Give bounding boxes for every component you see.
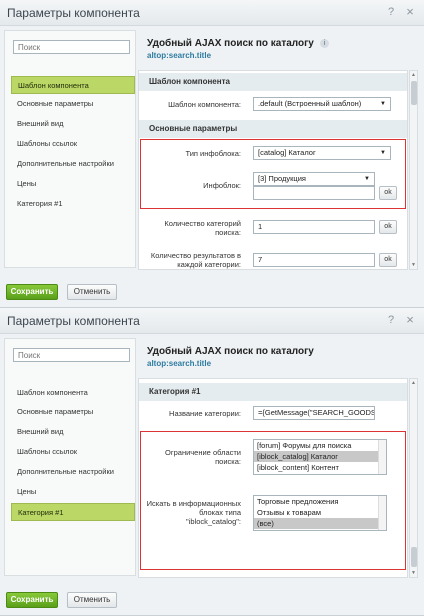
dialog-title: Параметры компонента <box>7 314 140 328</box>
scrollbar[interactable]: ▲ ▼ <box>409 378 418 578</box>
list-item[interactable]: [iblock_catalog] Каталог <box>254 451 386 462</box>
scroll-up-icon[interactable]: ▲ <box>411 72 416 78</box>
search-input[interactable] <box>13 40 130 54</box>
sidebar-item-category-1[interactable]: Категория #1 <box>11 195 135 213</box>
cancel-button[interactable]: Отменить <box>67 284 117 300</box>
component-params-dialog-2: Параметры компонента ? × Шаблон компонен… <box>0 308 424 616</box>
iblock-type-label: Тип инфоблока: <box>185 149 241 158</box>
iblock-value: [3] Продукция <box>258 174 306 183</box>
help-icon[interactable]: ? <box>385 6 397 18</box>
close-icon[interactable]: × <box>404 5 416 18</box>
scrollbar-thumb[interactable] <box>411 81 417 105</box>
category-name-input[interactable]: ={GetMessage("SEARCH_GOODS")} <box>253 406 375 420</box>
list-item[interactable]: Торговые предложения <box>254 496 386 507</box>
sidebar-item-template[interactable]: Шаблон компонента <box>11 384 135 402</box>
sidebar-item-appearance[interactable]: Внешний вид <box>11 423 135 441</box>
list-item[interactable]: Отзывы к товарам <box>254 507 386 518</box>
scroll-down-icon[interactable]: ▼ <box>411 262 416 268</box>
template-select-value: .default (Встроенный шаблон) <box>258 99 362 108</box>
listbox-scrollbar[interactable] <box>378 440 386 474</box>
results-count-input[interactable]: 7 <box>253 253 375 267</box>
component-heading: Удобный AJAX поиск по каталогу <box>147 38 314 49</box>
sidebar-item-additional[interactable]: Дополнительные настройки <box>11 155 135 173</box>
search-limit-label: Ограничение области поиска: <box>165 448 241 466</box>
category-count-ok-button[interactable]: ok <box>379 220 397 234</box>
dialog-footer: Сохранить Отменить <box>0 584 424 615</box>
section-main: Основные параметры <box>139 120 407 138</box>
list-item[interactable]: [iblock_content] Контент <box>254 462 386 473</box>
help-icon[interactable]: ? <box>385 314 397 326</box>
search-in-listbox[interactable]: Торговые предложения Отзывы к товарам (в… <box>253 495 387 531</box>
sidebar-item-appearance[interactable]: Внешний вид <box>11 115 135 133</box>
scrollbar[interactable]: ▲ ▼ <box>409 70 418 270</box>
sidebar-item-additional[interactable]: Дополнительные настройки <box>11 463 135 481</box>
dialog-title: Параметры компонента <box>7 6 140 20</box>
dialog-titlebar[interactable]: Параметры компонента ? × <box>0 308 424 334</box>
dropdown-arrow-icon: ▼ <box>380 101 386 107</box>
sidebar: Шаблон компонента Основные параметры Вне… <box>4 338 136 576</box>
search-limit-listbox[interactable]: [forum] Форумы для поиска [iblock_catalo… <box>253 439 387 475</box>
save-button[interactable]: Сохранить <box>6 284 58 300</box>
dropdown-arrow-icon: ▼ <box>364 176 370 182</box>
sidebar: Шаблон компонента Основные параметры Вне… <box>4 30 136 268</box>
dialog-titlebar[interactable]: Параметры компонента ? × <box>0 0 424 26</box>
main-area: Удобный AJAX поиск по каталогу i altop:s… <box>138 26 424 270</box>
dialog-footer: Сохранить Отменить <box>0 276 424 307</box>
component-params-dialog-1: Параметры компонента ? × Шаблон компонен… <box>0 0 424 308</box>
save-button[interactable]: Сохранить <box>6 592 58 608</box>
sidebar-item-template[interactable]: Шаблон компонента <box>11 76 135 94</box>
template-select[interactable]: .default (Встроенный шаблон) ▼ <box>253 97 391 111</box>
sidebar-item-link-templates[interactable]: Шаблоны ссылок <box>11 135 135 153</box>
category-count-label: Количество категорий поиска: <box>164 219 241 237</box>
iblock-select[interactable]: [3] Продукция ▼ <box>253 172 375 186</box>
params-form: Шаблон компонента Шаблон компонента: .de… <box>138 70 408 270</box>
results-count-ok-button[interactable]: ok <box>379 253 397 267</box>
main-area: Удобный AJAX поиск по каталогу altop:sea… <box>138 334 424 578</box>
template-label: Шаблон компонента: <box>168 100 241 109</box>
scroll-down-icon[interactable]: ▼ <box>411 570 416 576</box>
sidebar-item-category-1[interactable]: Категория #1 <box>11 503 135 521</box>
close-icon[interactable]: × <box>404 313 416 326</box>
sidebar-item-main-params[interactable]: Основные параметры <box>11 403 135 421</box>
list-item[interactable]: [forum] Форумы для поиска <box>254 440 386 451</box>
category-name-label: Название категории: <box>169 409 241 418</box>
component-code: altop:search.title <box>147 359 212 368</box>
iblock-type-value: [catalog] Каталог <box>258 148 316 157</box>
results-count-label: Количество результатов в каждой категори… <box>150 251 241 269</box>
search-input[interactable] <box>13 348 130 362</box>
cancel-button[interactable]: Отменить <box>67 592 117 608</box>
scrollbar-thumb[interactable] <box>411 547 417 567</box>
scroll-up-icon[interactable]: ▲ <box>411 380 416 386</box>
section-template: Шаблон компонента <box>139 73 407 91</box>
iblock-extra-input[interactable] <box>253 186 375 200</box>
iblock-label: Инфоблок: <box>203 181 241 190</box>
dropdown-arrow-icon: ▼ <box>380 150 386 156</box>
category-count-input[interactable]: 1 <box>253 220 375 234</box>
component-code: altop:search.title <box>147 51 212 60</box>
iblock-type-select[interactable]: [catalog] Каталог ▼ <box>253 146 391 160</box>
sidebar-item-link-templates[interactable]: Шаблоны ссылок <box>11 443 135 461</box>
component-heading: Удобный AJAX поиск по каталогу <box>147 346 314 357</box>
search-in-label: Искать в информационных блоках типа "ibl… <box>146 499 241 526</box>
params-form: Категория #1 Название категории: ={GetMe… <box>138 378 408 578</box>
list-item[interactable]: (все) <box>254 518 386 529</box>
listbox-scrollbar[interactable] <box>378 496 386 530</box>
sidebar-item-main-params[interactable]: Основные параметры <box>11 95 135 113</box>
info-icon[interactable]: i <box>320 39 329 48</box>
section-category: Категория #1 <box>139 383 407 401</box>
sidebar-item-prices[interactable]: Цены <box>11 175 135 193</box>
sidebar-item-prices[interactable]: Цены <box>11 483 135 501</box>
iblock-ok-button[interactable]: ok <box>379 186 397 200</box>
